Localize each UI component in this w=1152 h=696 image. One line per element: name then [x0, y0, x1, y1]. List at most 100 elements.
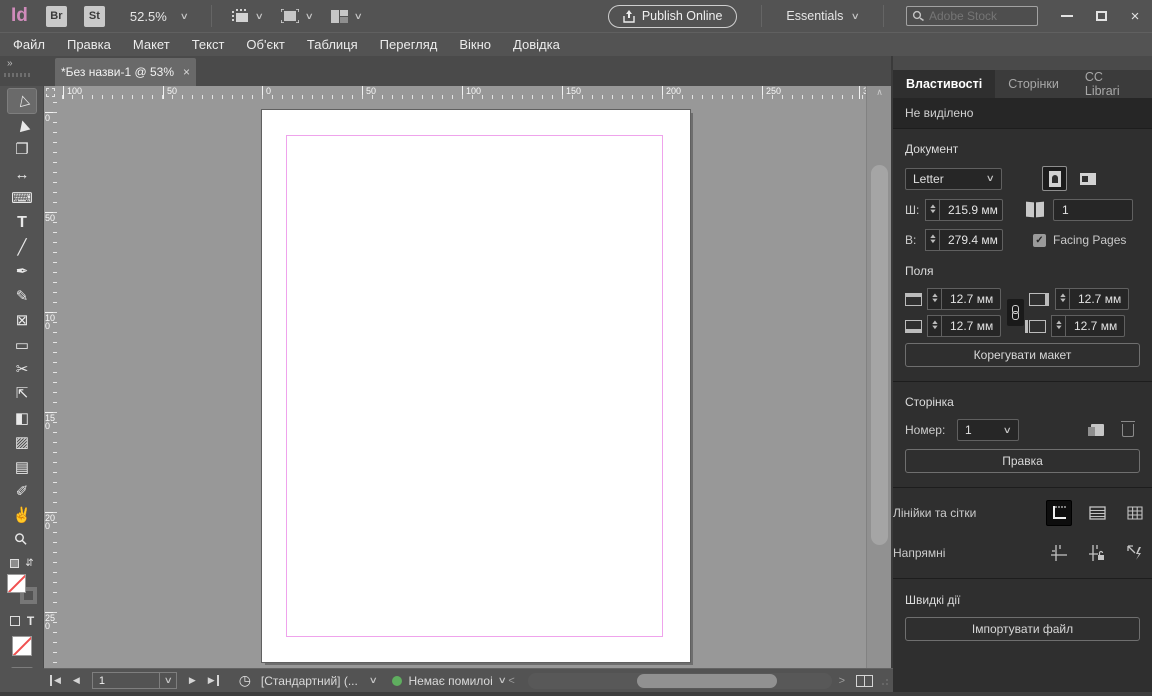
- top-margin-field[interactable]: 12.7 мм: [941, 288, 1001, 310]
- page-number-field[interactable]: 1 ∨: [92, 672, 177, 689]
- chevron-down-icon[interactable]: ∨: [255, 11, 264, 22]
- formatting-affects-text-icon[interactable]: T: [27, 614, 34, 628]
- menu-item-table[interactable]: Таблиця: [296, 37, 369, 52]
- search-input[interactable]: [929, 9, 1019, 23]
- menu-item-file[interactable]: Файл: [2, 37, 56, 52]
- menu-item-type[interactable]: Текст: [181, 37, 236, 52]
- vertical-ruler[interactable]: 050100150200250: [44, 99, 57, 668]
- page-size-select[interactable]: Letter ∨: [905, 168, 1002, 190]
- pen-tool[interactable]: ✒: [8, 260, 36, 284]
- hand-tool[interactable]: ✌: [8, 504, 36, 528]
- inside-margin-stepper[interactable]: ▲▼: [1055, 288, 1069, 310]
- zoom-level-control[interactable]: 52.5% ∨: [130, 9, 187, 24]
- chevron-down-icon[interactable]: ∨: [851, 11, 860, 22]
- free-transform-tool[interactable]: ⇱: [8, 382, 36, 406]
- page-number-select[interactable]: 1 ∨: [957, 419, 1019, 441]
- portrait-orientation-button[interactable]: [1042, 166, 1067, 191]
- top-margin-stepper[interactable]: ▲▼: [927, 288, 941, 310]
- facing-pages-control[interactable]: ✓ Facing Pages: [1033, 233, 1126, 247]
- chevron-down-icon[interactable]: ∨: [353, 11, 362, 22]
- ruler-zero-point[interactable]: [44, 86, 57, 99]
- document-grid-button[interactable]: [1122, 500, 1148, 526]
- chevron-down-icon[interactable]: ∨: [497, 675, 506, 686]
- width-field[interactable]: 215.9 мм: [939, 199, 1003, 221]
- gradient-swatch-tool[interactable]: ◧: [8, 406, 36, 430]
- rectangle-tool[interactable]: ▭: [8, 333, 36, 357]
- adjust-layout-button[interactable]: Корегувати макет: [905, 343, 1140, 367]
- height-stepper[interactable]: ▲▼: [925, 229, 939, 251]
- gradient-feather-tool[interactable]: ▨: [8, 430, 36, 454]
- preflight-menu-icon[interactable]: ◷: [239, 672, 251, 689]
- scroll-right-icon[interactable]: >: [836, 675, 848, 687]
- swap-fill-stroke-icon[interactable]: ⇵: [25, 558, 33, 569]
- chevron-down-icon[interactable]: ∨: [179, 11, 188, 22]
- publish-online-button[interactable]: Publish Online: [608, 5, 738, 28]
- pasteboard[interactable]: [57, 99, 866, 668]
- menu-item-help[interactable]: Довідка: [502, 37, 571, 52]
- add-page-icon[interactable]: [1091, 424, 1104, 436]
- stock-button[interactable]: St: [84, 6, 105, 27]
- delete-page-icon[interactable]: [1122, 424, 1134, 437]
- fill-stroke-swatch[interactable]: [7, 574, 37, 604]
- direct-selection-tool[interactable]: ▶: [8, 113, 36, 137]
- last-page-button[interactable]: ▶: [202, 675, 225, 686]
- menu-item-view[interactable]: Перегляд: [369, 37, 449, 52]
- lock-guides-button[interactable]: [1084, 540, 1110, 566]
- arrange-documents-control[interactable]: ∨: [331, 10, 362, 23]
- outside-margin-field[interactable]: 12.7 мм: [1065, 315, 1125, 337]
- width-stepper[interactable]: ▲▼: [925, 199, 939, 221]
- spread-view-icon[interactable]: [856, 675, 873, 687]
- next-page-button[interactable]: ▶: [183, 675, 202, 686]
- tab-cc-libraries[interactable]: CC Librari: [1072, 70, 1152, 98]
- line-tool[interactable]: ╱: [8, 235, 36, 259]
- workspace-switcher[interactable]: Essentials ∨: [786, 9, 859, 23]
- bottom-margin-field[interactable]: 12.7 мм: [941, 315, 1001, 337]
- menu-item-object[interactable]: Об'єкт: [235, 37, 295, 52]
- apply-none-swatch[interactable]: [12, 636, 32, 656]
- page-tool[interactable]: ❐: [8, 138, 36, 162]
- vertical-scrollbar[interactable]: ∧: [866, 86, 892, 668]
- bottom-margin-stepper[interactable]: ▲▼: [927, 315, 941, 337]
- facing-pages-checkbox[interactable]: ✓: [1033, 234, 1046, 247]
- tools-grip[interactable]: [4, 73, 30, 77]
- content-collector-tool[interactable]: ⌨: [8, 187, 36, 211]
- height-field[interactable]: 279.4 мм: [939, 229, 1003, 251]
- link-margins-button[interactable]: [1007, 299, 1024, 326]
- default-fill-stroke-icon[interactable]: [10, 559, 19, 568]
- gap-tool[interactable]: ↔: [8, 162, 36, 186]
- chevron-down-icon[interactable]: ∨: [305, 11, 314, 22]
- maximize-button[interactable]: [1084, 0, 1118, 32]
- resize-grip[interactable]: [881, 676, 890, 685]
- minimize-button[interactable]: [1050, 0, 1084, 32]
- chevron-down-icon[interactable]: ∨: [369, 675, 378, 686]
- horizontal-scrollbar[interactable]: [528, 673, 832, 689]
- landscape-orientation-button[interactable]: [1075, 166, 1100, 191]
- menu-item-window[interactable]: Вікно: [448, 37, 502, 52]
- bridge-button[interactable]: Br: [46, 6, 67, 27]
- type-tool[interactable]: T: [8, 211, 36, 235]
- selection-tool[interactable]: ▷: [8, 89, 36, 113]
- view-options-control[interactable]: ∨: [231, 9, 263, 23]
- formatting-affects-container-icon[interactable]: [10, 616, 20, 626]
- inside-margin-field[interactable]: 12.7 мм: [1069, 288, 1129, 310]
- screen-mode-control[interactable]: ∨: [281, 9, 313, 23]
- show-rulers-button[interactable]: [1046, 500, 1072, 526]
- first-page-button[interactable]: ◀: [44, 675, 67, 686]
- menu-item-edit[interactable]: Правка: [56, 37, 122, 52]
- document-page[interactable]: [262, 110, 690, 662]
- scroll-up-icon[interactable]: ∧: [867, 87, 892, 101]
- baseline-grid-button[interactable]: [1084, 500, 1110, 526]
- tab-pages[interactable]: Сторінки: [995, 70, 1072, 98]
- note-tool[interactable]: ▤: [8, 455, 36, 479]
- fill-swatch[interactable]: [7, 574, 26, 593]
- horizontal-ruler[interactable]: 10050050100150200250300: [57, 86, 866, 99]
- smart-guides-button[interactable]: [1122, 540, 1148, 566]
- tab-properties[interactable]: Властивості: [893, 70, 995, 98]
- frame-tool[interactable]: ⊠: [8, 309, 36, 333]
- show-guides-button[interactable]: [1046, 540, 1072, 566]
- eyedropper-tool[interactable]: ✐: [8, 479, 36, 503]
- adobe-stock-search[interactable]: [906, 6, 1038, 26]
- pages-count-field[interactable]: 1: [1053, 199, 1133, 221]
- vertical-scroll-thumb[interactable]: [871, 165, 888, 545]
- outside-margin-stepper[interactable]: ▲▼: [1051, 315, 1065, 337]
